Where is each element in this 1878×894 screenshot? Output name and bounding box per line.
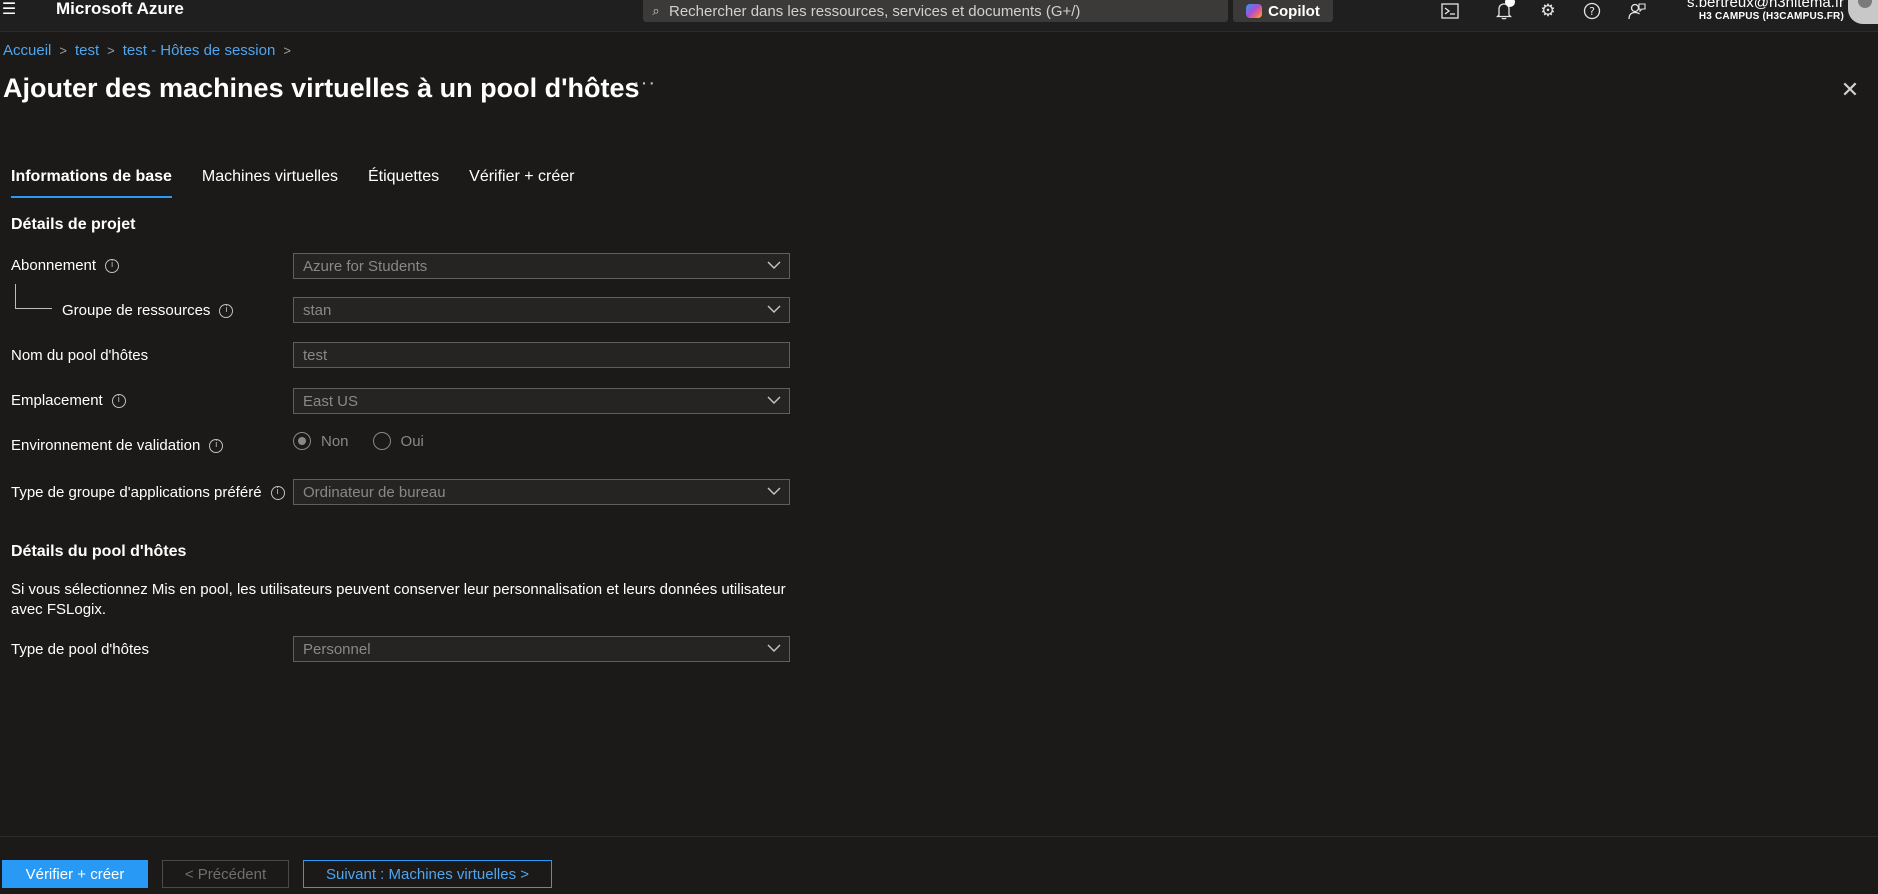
- breadcrumb-separator: >: [107, 43, 115, 58]
- app-group-type-select[interactable]: Ordinateur de bureau: [293, 479, 790, 505]
- pool-type-label-text: Type de pool d'hôtes: [11, 641, 149, 658]
- svg-text:?: ?: [1589, 5, 1595, 18]
- notification-badge: [1505, 0, 1515, 7]
- resource-group-label: Groupe de ressources i: [62, 302, 234, 319]
- copilot-button[interactable]: Copilot: [1233, 0, 1333, 22]
- radio-selected-dot: [298, 437, 306, 445]
- breadcrumb-item-test[interactable]: test: [75, 42, 99, 59]
- tab-tags[interactable]: Étiquettes: [368, 168, 439, 198]
- radio-non-label: Non: [321, 432, 349, 450]
- chevron-down-icon: [767, 302, 781, 319]
- tab-basics[interactable]: Informations de base: [11, 168, 172, 198]
- info-icon[interactable]: i: [270, 485, 285, 500]
- pool-type-value: Personnel: [303, 640, 371, 658]
- settings-icon[interactable]: ⚙: [1535, 0, 1561, 22]
- review-create-button[interactable]: Vérifier + créer: [2, 860, 148, 888]
- resource-group-select[interactable]: stan: [293, 297, 790, 323]
- avatar[interactable]: [1848, 0, 1878, 24]
- chevron-down-icon: [767, 393, 781, 410]
- info-icon[interactable]: i: [219, 303, 234, 318]
- more-options-icon[interactable]: ···: [633, 72, 656, 95]
- pool-type-label: Type de pool d'hôtes: [11, 641, 149, 658]
- search-icon: ⌕: [652, 3, 660, 18]
- location-select[interactable]: East US: [293, 388, 790, 414]
- breadcrumb-separator: >: [283, 43, 291, 58]
- tree-connector: [15, 284, 52, 309]
- subscription-value: Azure for Students: [303, 257, 428, 275]
- location-value: East US: [303, 392, 359, 410]
- radio-non[interactable]: [293, 432, 311, 450]
- chevron-down-icon: [767, 258, 781, 275]
- host-pool-name-value: test: [303, 346, 328, 364]
- breadcrumb-item-home[interactable]: Accueil: [3, 42, 51, 59]
- copilot-icon: [1246, 4, 1263, 18]
- feedback-icon[interactable]: [1624, 0, 1650, 22]
- avatar-icon: [1858, 0, 1872, 8]
- radio-oui[interactable]: [372, 432, 391, 450]
- wizard-tabs: Informations de base Machines virtuelles…: [11, 168, 605, 198]
- location-label: Emplacement i: [11, 392, 126, 409]
- host-pool-description: Si vous sélectionnez Mis en pool, les ut…: [11, 581, 786, 618]
- account-menu[interactable]: s.bertreux@h3hitema.fr H3 CAMPUS (H3CAMP…: [1687, 0, 1844, 22]
- subscription-label: Abonnement i: [11, 257, 120, 274]
- copilot-label: Copilot: [1268, 2, 1320, 20]
- breadcrumb: Accueil > test > test - Hôtes de session…: [3, 42, 291, 59]
- search-placeholder: Rechercher dans les ressources, services…: [669, 2, 1081, 20]
- validation-env-label: Environnement de validation i: [11, 437, 224, 454]
- info-icon[interactable]: i: [105, 258, 120, 273]
- tab-review-create[interactable]: Vérifier + créer: [469, 168, 574, 198]
- host-pool-name-label: Nom du pool d'hôtes: [11, 347, 148, 364]
- info-icon[interactable]: i: [209, 438, 224, 453]
- account-email: s.bertreux@h3hitema.fr: [1687, 0, 1844, 11]
- tab-virtual-machines[interactable]: Machines virtuelles: [202, 168, 338, 198]
- host-pool-name-label-text: Nom du pool d'hôtes: [11, 347, 149, 364]
- breadcrumb-separator: >: [59, 43, 67, 58]
- close-icon[interactable]: ✕: [1838, 77, 1862, 102]
- app-group-type-value: Ordinateur de bureau: [303, 483, 446, 501]
- chevron-down-icon: [767, 484, 781, 501]
- section-host-pool-details: Détails du pool d'hôtes: [11, 543, 187, 560]
- cloud-shell-icon[interactable]: [1437, 0, 1463, 22]
- chevron-down-icon: [767, 641, 781, 658]
- host-pool-name-input[interactable]: test: [293, 342, 790, 368]
- global-search-input[interactable]: ⌕ Rechercher dans les ressources, servic…: [643, 0, 1228, 22]
- breadcrumb-item-session-hosts[interactable]: test - Hôtes de session: [123, 42, 276, 59]
- previous-button[interactable]: < Précédent: [162, 860, 289, 888]
- account-tenant: H3 CAMPUS (H3CAMPUS.FR): [1698, 11, 1844, 22]
- app-group-type-label: Type de groupe d'applications préféré i: [11, 484, 285, 501]
- resource-group-value: stan: [303, 301, 332, 319]
- validation-env-radio-group: Non Oui: [293, 432, 424, 450]
- help-icon[interactable]: ?: [1579, 0, 1605, 22]
- page-title: Ajouter des machines virtuelles à un poo…: [3, 73, 640, 103]
- app-group-type-label-text: Type de groupe d'applications préféré: [11, 484, 262, 501]
- next-button[interactable]: Suivant : Machines virtuelles >: [303, 860, 552, 888]
- info-icon[interactable]: i: [111, 393, 126, 408]
- resource-group-label-text: Groupe de ressources: [62, 302, 211, 319]
- location-label-text: Emplacement: [11, 392, 103, 409]
- top-bar: ☰ Microsoft Azure ⌕ Rechercher dans les …: [0, 0, 1878, 32]
- notifications-icon[interactable]: [1491, 0, 1517, 22]
- brand-title[interactable]: Microsoft Azure: [56, 0, 184, 18]
- validation-env-label-text: Environnement de validation: [11, 437, 201, 454]
- radio-oui-label: Oui: [400, 432, 424, 450]
- subscription-label-text: Abonnement: [11, 257, 97, 274]
- hamburger-icon[interactable]: ☰: [0, 0, 18, 18]
- subscription-select[interactable]: Azure for Students: [293, 253, 790, 279]
- pool-type-select[interactable]: Personnel: [293, 636, 790, 662]
- section-project-details: Détails de projet: [11, 216, 136, 233]
